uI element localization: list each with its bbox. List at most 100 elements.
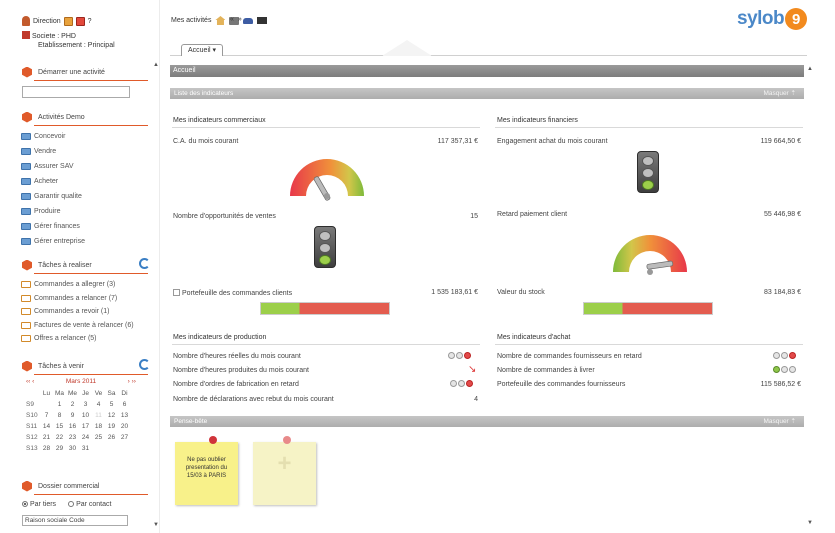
indicator-label: Valeur du stock <box>497 289 545 296</box>
activity-item[interactable]: Concevoir <box>21 129 85 144</box>
tab-dropdown-icon[interactable]: ▾ <box>213 47 217 54</box>
commercial-search-input[interactable]: Raison sociale Code <box>22 515 128 526</box>
calendar-day[interactable]: 14 <box>40 421 53 432</box>
calendar-day[interactable]: 12 <box>105 410 118 421</box>
help-link[interactable]: ? <box>88 18 92 25</box>
calendar-day[interactable] <box>92 443 105 454</box>
calendar-day[interactable]: 23 <box>66 432 79 443</box>
calendar-day[interactable]: 2 <box>66 399 79 410</box>
calendar-day[interactable]: 28 <box>40 443 53 454</box>
pin-icon <box>283 436 291 444</box>
sidebar-scroll-up-icon[interactable]: ▲ <box>153 62 159 68</box>
activity-item[interactable]: Garantir qualite <box>21 189 85 204</box>
add-note-button[interactable]: + <box>253 436 316 505</box>
indicator-label: Nombre de commandes fournisseurs en reta… <box>497 353 642 360</box>
calendar-day[interactable]: 20 <box>118 421 131 432</box>
calendar-day[interactable]: 15 <box>53 421 66 432</box>
start-activity-input[interactable] <box>22 86 130 98</box>
financial-indicators-title: Mes indicateurs financiers <box>497 117 578 124</box>
hide-notes-button[interactable]: Masquer <box>763 416 796 427</box>
section-title: Tâches à realiser <box>38 261 92 269</box>
calendar-day[interactable] <box>40 399 53 410</box>
activity-item[interactable]: Gérer finances <box>21 219 85 234</box>
calendar-day[interactable]: 21 <box>40 432 53 443</box>
week-number: S10 <box>26 412 38 419</box>
home-icon[interactable] <box>215 16 226 25</box>
activity-item[interactable]: Gérer entreprise <box>21 234 85 249</box>
calendar-day[interactable]: 1 <box>53 399 66 410</box>
calendar-day[interactable]: 16 <box>66 421 79 432</box>
calendar-day[interactable]: 31 <box>79 443 92 454</box>
indicator-label: Nombre de déclarations avec rebut du moi… <box>173 396 334 403</box>
calendar-day[interactable]: 17 <box>79 421 92 432</box>
indicator-label-text: Portefeuille des commandes clients <box>182 290 293 297</box>
calendar-day[interactable]: 25 <box>92 432 105 443</box>
company-label[interactable]: Societe : PHD <box>32 33 76 40</box>
calendar-day[interactable]: 7 <box>40 410 53 421</box>
etablissement-label[interactable]: Etablissement : Principal <box>22 41 115 50</box>
calendar-day[interactable]: 22 <box>53 432 66 443</box>
calendar-day[interactable]: 10 <box>79 410 92 421</box>
calendar-day[interactable]: 8 <box>53 410 66 421</box>
folder-icon <box>21 133 31 140</box>
calendar-prev[interactable]: ‹‹ ‹ <box>26 378 34 385</box>
calendar-day[interactable]: 24 <box>79 432 92 443</box>
calendar-day[interactable]: 11 <box>92 410 105 421</box>
calendar-day[interactable]: 3 <box>79 399 92 410</box>
refresh-icon[interactable] <box>139 258 150 269</box>
activity-item[interactable]: Assurer SAV <box>21 159 85 174</box>
radio-contact[interactable]: Par contact <box>68 501 111 508</box>
folder-icon <box>21 321 31 329</box>
folder-icon <box>21 238 31 245</box>
sales-icon[interactable] <box>243 17 254 24</box>
calendar-day[interactable]: 4 <box>92 399 105 410</box>
sidebar-scroll-down-icon[interactable]: ▼ <box>153 522 159 528</box>
indicator-label: Nombre d'heures produites du mois couran… <box>173 367 309 374</box>
logo-badge: 9 <box>785 8 808 30</box>
task-item[interactable]: Commandes a revoir (1) <box>21 305 134 319</box>
activity-item[interactable]: Vendre <box>21 144 85 159</box>
calendar-day[interactable] <box>105 443 118 454</box>
calendar-day[interactable]: 29 <box>53 443 66 454</box>
task-item[interactable]: Factures de vente à relancer (6) <box>21 319 134 333</box>
radio-tiers[interactable]: Par tiers <box>22 501 56 508</box>
day-header: Je <box>82 390 89 397</box>
opportunities-traffic-light-icon <box>314 226 336 268</box>
hide-indicators-button[interactable]: Masquer <box>763 88 796 99</box>
calendar-day[interactable]: 19 <box>105 421 118 432</box>
main-scroll-down-icon[interactable]: ▼ <box>807 520 813 526</box>
calendar-day[interactable]: 13 <box>118 410 131 421</box>
calendar-day[interactable] <box>118 443 131 454</box>
activity-label: Gérer entreprise <box>34 238 85 245</box>
activity-item[interactable]: Acheter <box>21 174 85 189</box>
calendar-day[interactable]: 6 <box>118 399 131 410</box>
calendar-day[interactable]: 30 <box>66 443 79 454</box>
activity-item[interactable]: Produire <box>21 204 85 219</box>
page-title: Accueil <box>170 65 804 77</box>
divider <box>34 80 148 81</box>
task-item[interactable]: Commandes a relancer (7) <box>21 292 134 306</box>
logout-icon[interactable] <box>75 16 85 26</box>
tab-accueil[interactable]: Accueil ▾ <box>181 44 224 56</box>
preferences-icon[interactable] <box>63 16 73 26</box>
calendar-day[interactable]: 18 <box>92 421 105 432</box>
task-item[interactable]: Offres a relancer (5) <box>21 332 134 346</box>
indicator-value: 55 446,98 € <box>764 211 801 218</box>
calendar-day[interactable]: 26 <box>105 432 118 443</box>
user-name: Direction <box>33 17 61 25</box>
indicator-label: Nombre d'opportunités de ventes <box>173 213 276 220</box>
calendar-day[interactable]: 5 <box>105 399 118 410</box>
checkbox-icon[interactable] <box>173 289 180 296</box>
calendar-day[interactable]: 9 <box>66 410 79 421</box>
main-scroll-up-icon[interactable]: ▲ <box>807 66 813 72</box>
task-item[interactable]: Commandes a allegrer (3) <box>21 278 134 292</box>
refresh-icon[interactable] <box>139 359 150 370</box>
status-dot-icon <box>466 380 473 387</box>
user-icon <box>22 16 30 26</box>
tasks-todo-list: Commandes a allegrer (3) Commandes a rel… <box>21 278 134 346</box>
calendar-day[interactable]: 27 <box>118 432 131 443</box>
delivery-icon[interactable] <box>257 17 268 24</box>
calendar-next[interactable]: › ›› <box>128 378 136 385</box>
sticky-note[interactable]: Ne pas oublier presentation du 15/03 à P… <box>175 436 238 505</box>
history-nav[interactable]: « » <box>230 16 243 23</box>
